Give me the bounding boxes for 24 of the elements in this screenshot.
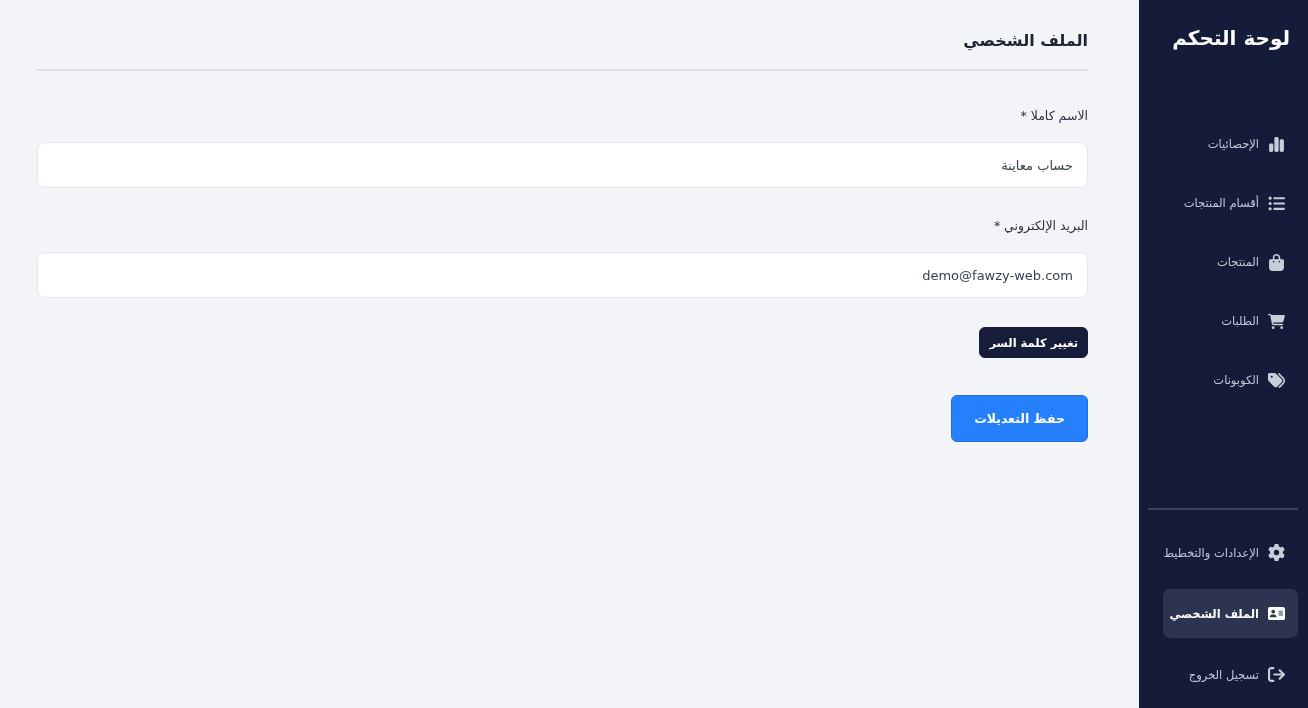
- sidebar-item[interactable]: الطلبات: [1163, 299, 1298, 343]
- sidebar-item[interactable]: أقسام المنتجات: [1163, 181, 1298, 225]
- save-button[interactable]: حفظ التعديلات: [951, 395, 1088, 442]
- logout-icon: [1268, 666, 1285, 683]
- sidebar-item[interactable]: الإحصائيات: [1163, 122, 1298, 166]
- input-field[interactable]: demo@fawzy-web.com: [37, 252, 1088, 298]
- tags-icon: [1268, 371, 1285, 389]
- list-icon: [1268, 194, 1285, 212]
- sidebar-item[interactable]: الكوبونات: [1163, 358, 1298, 402]
- field-label: الاسم كاملا *: [1019, 107, 1088, 125]
- shopping-bag-icon: [1268, 253, 1285, 271]
- field-label: البريد الإلكتروني *: [992, 217, 1088, 235]
- bar-chart-icon: [1268, 135, 1285, 153]
- sidebar-item[interactable]: الإعدادات والتخطيط: [1163, 528, 1298, 577]
- settings-icon: [1268, 544, 1285, 561]
- sidebar-item[interactable]: المنتجات: [1163, 240, 1298, 284]
- sidebar-title: لوحة التحكم: [1171, 25, 1290, 52]
- sidebar-item[interactable]: تسجيل الخروج: [1163, 650, 1298, 699]
- change-password-button[interactable]: تغيير كلمة السر: [979, 327, 1088, 358]
- cart-icon: [1268, 312, 1285, 330]
- id-card-icon: [1268, 605, 1285, 622]
- sidebar-item[interactable]: الملف الشخصي: [1163, 589, 1298, 638]
- page-title: الملف الشخصي: [962, 30, 1088, 52]
- input-field[interactable]: حساب معاينة: [37, 142, 1088, 188]
